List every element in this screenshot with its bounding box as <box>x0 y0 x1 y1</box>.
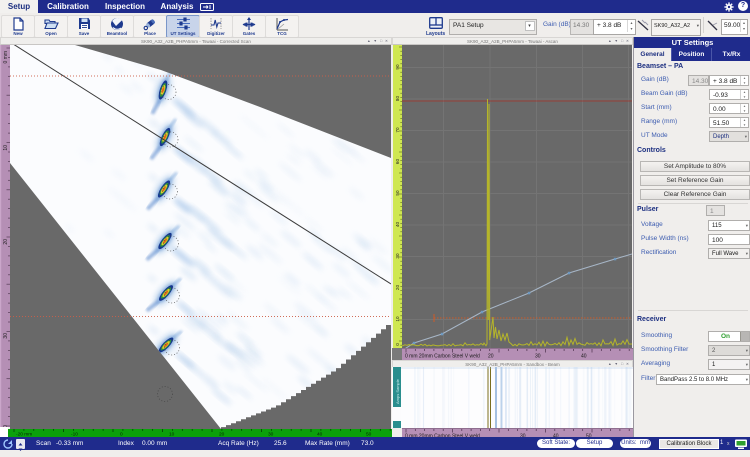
svg-text:10: 10 <box>3 145 9 151</box>
svg-text:30: 30 <box>3 333 9 339</box>
svg-text:20: 20 <box>3 239 9 245</box>
svg-text:90: 90 <box>395 64 400 70</box>
svg-text:30: 30 <box>395 253 400 259</box>
svg-text:20: 20 <box>395 285 400 291</box>
svg-text:40: 40 <box>395 222 400 228</box>
svg-text:0 mm 20mm Carbon Steel V weld: 0 mm 20mm Carbon Steel V weld <box>405 354 480 360</box>
svg-text:80: 80 <box>395 96 400 102</box>
svg-text:20: 20 <box>488 354 494 360</box>
svg-text:50: 50 <box>395 190 400 196</box>
svg-text:0: 0 <box>395 343 400 346</box>
svg-text:30: 30 <box>535 354 541 360</box>
svg-text:60: 60 <box>395 159 400 165</box>
svg-text:Amps Sample: Amps Sample <box>395 378 400 404</box>
svg-text:40: 40 <box>581 354 587 360</box>
svg-text:10: 10 <box>395 316 400 322</box>
svg-text:70: 70 <box>395 127 400 133</box>
svg-text:0 mm: 0 mm <box>3 51 9 64</box>
